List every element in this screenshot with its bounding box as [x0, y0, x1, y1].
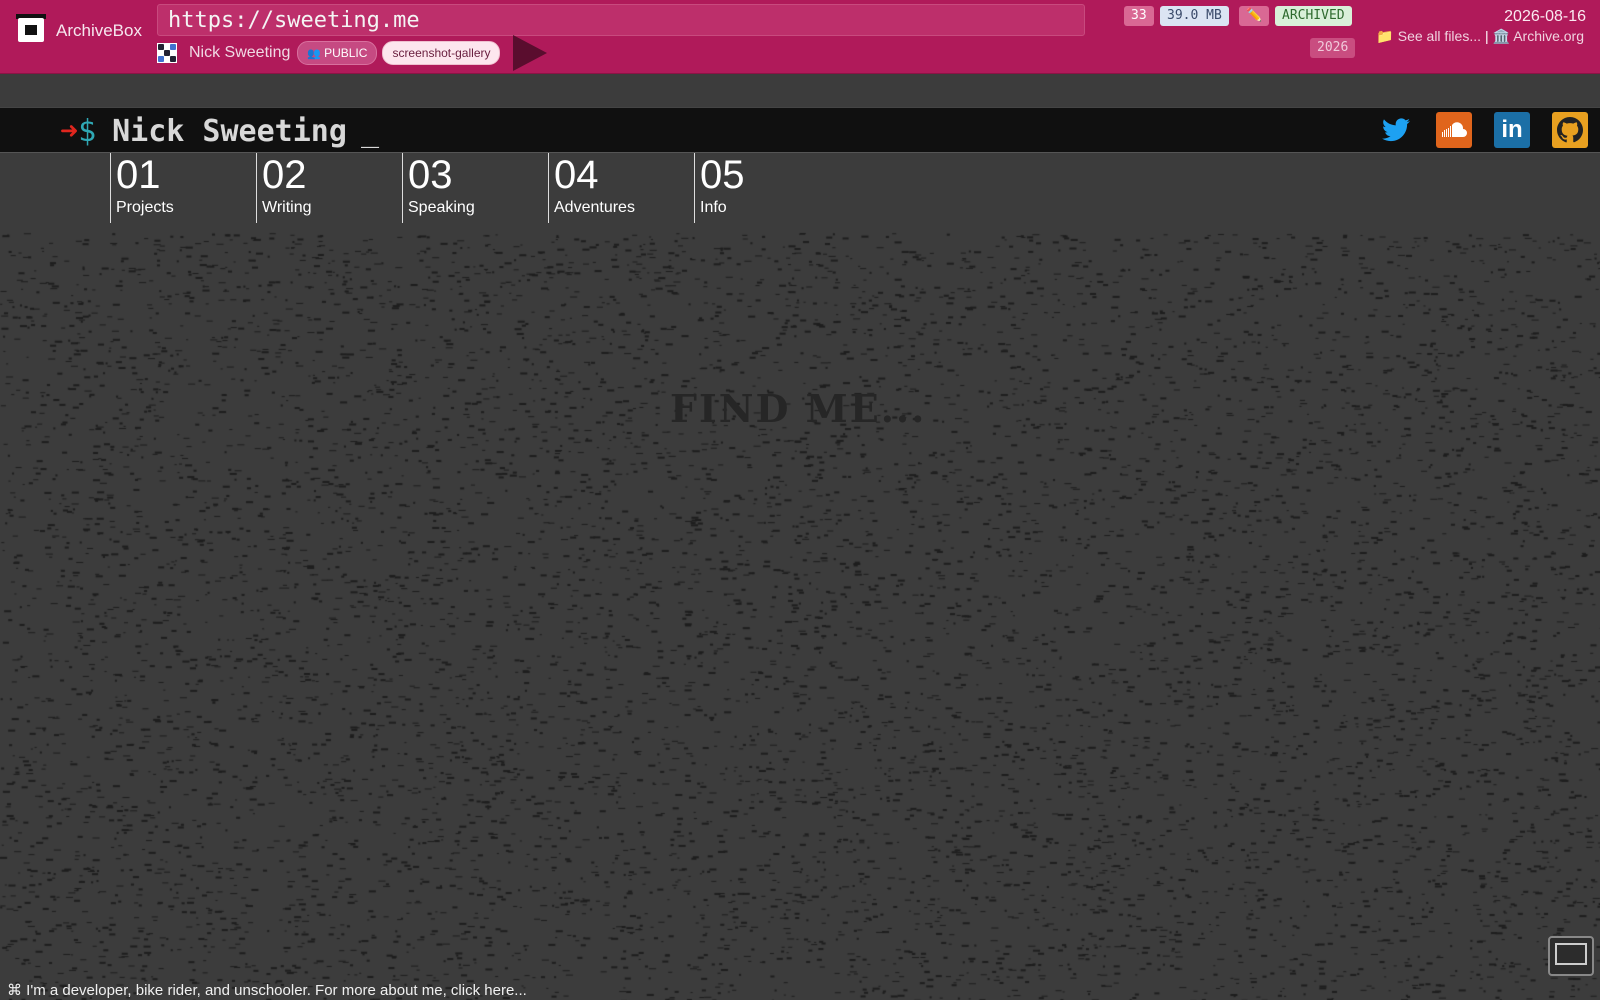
- size-badge: 39.0 MB: [1160, 6, 1229, 26]
- find-me-heading: FIND ME...: [670, 386, 927, 431]
- linkedin-icon[interactable]: in: [1494, 112, 1530, 148]
- prompt-cursor: _: [360, 114, 379, 149]
- url-field[interactable]: https://sweeting.me: [157, 4, 1085, 36]
- nav-number: 01: [116, 153, 161, 197]
- nav-label: Speaking: [408, 199, 475, 216]
- nav-item-info[interactable]: 05 Info: [694, 153, 840, 223]
- nav-item-projects[interactable]: 01 Projects: [110, 153, 256, 223]
- terminal-bar: ➜$ Nick Sweeting _ in: [0, 107, 1600, 153]
- nav-label: Projects: [116, 199, 174, 216]
- snapshot-title-row: Nick Sweeting 👥 PUBLIC screenshot-gallery: [157, 35, 548, 71]
- nav-item-writing[interactable]: 02 Writing: [256, 153, 402, 223]
- nav-number: 05: [700, 153, 745, 197]
- play-icon[interactable]: [513, 35, 548, 71]
- main-nav: 01 Projects 02 Writing 03 Speaking 04 Ad…: [110, 153, 840, 223]
- archivebox-brand[interactable]: ArchiveBox: [56, 21, 142, 41]
- header-links: 📁 See all files... | 🏛️ Archive.org: [1376, 28, 1584, 45]
- prompt: ➜$ Nick Sweeting _: [60, 114, 379, 149]
- prompt-dollar: $: [78, 114, 97, 149]
- public-label: PUBLIC: [324, 46, 368, 60]
- people-icon: 👥: [307, 48, 322, 60]
- footer-bio-link[interactable]: ⌘ I'm a developer, bike rider, and unsch…: [7, 981, 527, 999]
- chat-icon[interactable]: [1548, 936, 1594, 976]
- year-badge: 2026: [1310, 38, 1356, 58]
- snapshot-title[interactable]: Nick Sweeting: [189, 44, 290, 62]
- file-count-badge: 33: [1124, 6, 1154, 26]
- twitter-icon[interactable]: [1378, 112, 1414, 148]
- favicon-icon: [157, 43, 177, 63]
- nav-number: 02: [262, 153, 307, 197]
- status-badge: ARCHIVED: [1275, 6, 1352, 26]
- site-name[interactable]: Nick Sweeting: [112, 114, 347, 149]
- archivebox-logo-icon[interactable]: [16, 14, 46, 44]
- soundcloud-icon[interactable]: [1436, 112, 1472, 148]
- github-icon[interactable]: [1552, 112, 1588, 148]
- prompt-arrow: ➜: [60, 114, 79, 149]
- archive-date: 2026-08-16: [1504, 8, 1586, 25]
- public-badge[interactable]: 👥 PUBLIC: [297, 41, 378, 65]
- archive-org-link[interactable]: 🏛️ Archive.org: [1493, 28, 1584, 44]
- nav-number: 04: [554, 153, 599, 197]
- see-all-files-link[interactable]: 📁 See all files...: [1376, 28, 1481, 44]
- link-separator: |: [1485, 28, 1489, 44]
- nav-label: Adventures: [554, 199, 635, 216]
- nav-item-adventures[interactable]: 04 Adventures: [548, 153, 694, 223]
- tag-pill[interactable]: screenshot-gallery: [382, 41, 501, 65]
- nav-item-speaking[interactable]: 03 Speaking: [402, 153, 548, 223]
- nav-label: Writing: [262, 199, 312, 216]
- nav-number: 03: [408, 153, 453, 197]
- pencil-icon[interactable]: ✏️: [1239, 6, 1270, 26]
- nav-label: Info: [700, 199, 727, 216]
- archivebox-header: ArchiveBox https://sweeting.me Nick Swee…: [0, 0, 1600, 74]
